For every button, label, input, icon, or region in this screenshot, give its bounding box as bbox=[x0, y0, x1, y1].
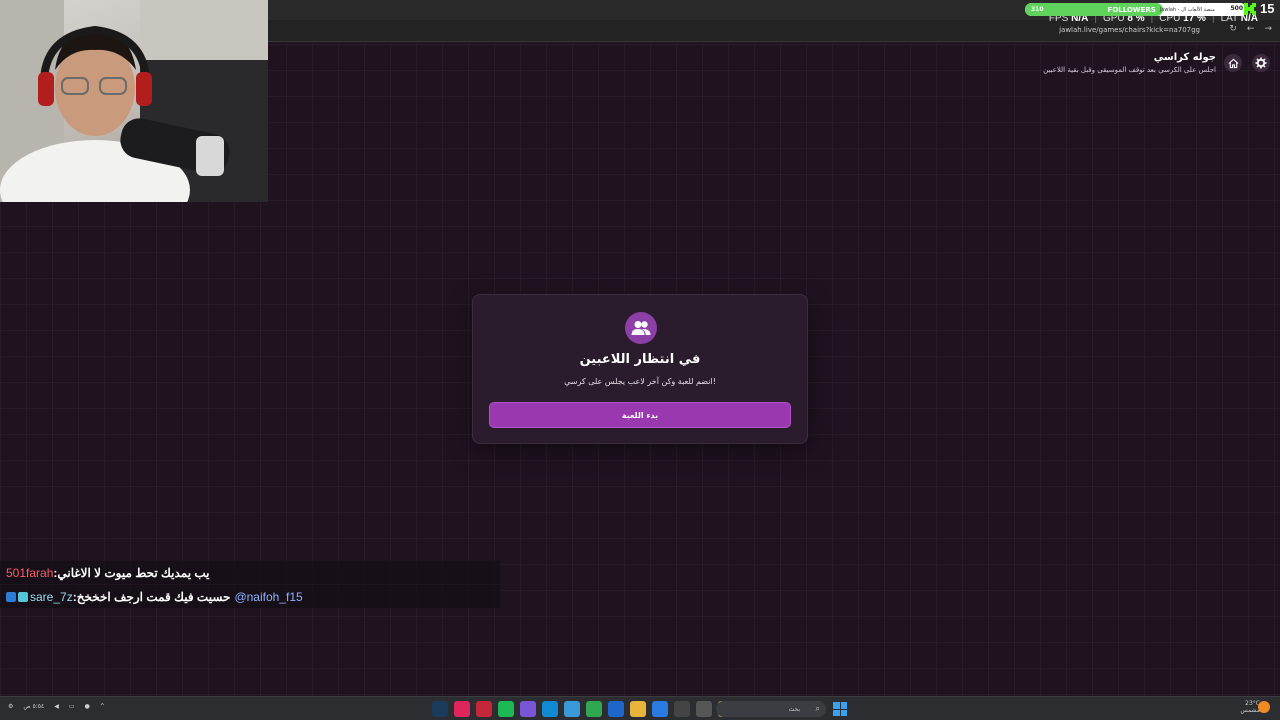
steam-icon[interactable] bbox=[432, 701, 448, 717]
gear-icon bbox=[1255, 57, 1267, 69]
forward-icon[interactable]: → bbox=[1264, 24, 1272, 34]
streamer-image bbox=[0, 0, 268, 202]
followers-text: Jawlah - منصة الألعاب ال bbox=[1159, 6, 1215, 13]
chat-overlay: 501farah : يب يمديك تحط ميوت لا الاغاني … bbox=[0, 561, 500, 609]
windows-taskbar: ⚙ ٥:٥٤ ص ◀ ▭ ● ^ بحث ⌕ 23°C مشمس bbox=[0, 696, 1280, 720]
card-subtitle: انضم للعبة وكن آخر لاعب يجلس على كرسي! bbox=[564, 377, 716, 386]
users-icon bbox=[631, 321, 651, 335]
volume-icon[interactable]: ◀ bbox=[54, 703, 59, 710]
tray-icon[interactable]: ⚙ bbox=[8, 703, 13, 710]
chat-message: sare_7z : حسيت فيك قمت ارجف اخخخخ @naifo… bbox=[0, 585, 500, 608]
browser-nav: ↻ ← → bbox=[1229, 24, 1272, 34]
system-tray: ⚙ ٥:٥٤ ص ◀ ▭ ● ^ bbox=[8, 703, 105, 710]
start-button[interactable] bbox=[833, 702, 847, 716]
game-title: جوله كراسي bbox=[1153, 52, 1216, 63]
chat-username: 501farah bbox=[6, 565, 54, 580]
app-icon[interactable] bbox=[652, 701, 668, 717]
app-icon[interactable] bbox=[696, 701, 712, 717]
followers-goal: 500 bbox=[1230, 5, 1243, 12]
badge-icon bbox=[18, 591, 28, 602]
webcam-feed bbox=[0, 0, 268, 202]
taskbar-search[interactable]: بحث ⌕ bbox=[716, 701, 826, 717]
players-icon-wrap bbox=[625, 312, 657, 344]
kick-count: 15 bbox=[1260, 1, 1275, 16]
start-game-button[interactable]: بدء اللعبة bbox=[489, 402, 791, 428]
settings-button[interactable] bbox=[1252, 54, 1270, 72]
app-icon[interactable] bbox=[476, 701, 492, 717]
url-text[interactable]: jawlah.live/games/chairs?kick=na707gg bbox=[1059, 26, 1200, 34]
home-icon bbox=[1228, 58, 1238, 68]
chat-text: حسيت فيك قمت ارجف اخخخخ bbox=[76, 589, 231, 604]
store-icon[interactable] bbox=[608, 701, 624, 717]
chevron-up-icon[interactable]: ^ bbox=[100, 703, 105, 710]
followers-current: 310 bbox=[1031, 6, 1044, 13]
taskbar-apps bbox=[432, 701, 742, 717]
xbox-icon[interactable] bbox=[586, 701, 602, 717]
game-header: جوله كراسي اجلس على الكرسي بعد توقف المو… bbox=[1043, 52, 1216, 74]
sun-icon bbox=[1258, 701, 1270, 713]
back-icon[interactable]: ← bbox=[1247, 24, 1255, 34]
reload-icon[interactable]: ↻ bbox=[1229, 24, 1237, 34]
chat-mention: @naifoh_f15 bbox=[234, 589, 303, 604]
followers-goal-bar: 310 FOLLOWERS Jawlah - منصة الألعاب ال 5… bbox=[1025, 3, 1247, 16]
kick-logo-icon bbox=[1244, 3, 1256, 15]
chrome-icon[interactable] bbox=[564, 701, 580, 717]
chat-username: sare_7z bbox=[30, 589, 73, 604]
home-button[interactable] bbox=[1224, 54, 1242, 72]
chat-message: 501farah : يب يمديك تحط ميوت لا الاغاني bbox=[0, 561, 500, 584]
app-icon[interactable] bbox=[454, 701, 470, 717]
tray-date: ٥:٥٤ ص bbox=[23, 703, 45, 710]
app-icon[interactable] bbox=[520, 701, 536, 717]
game-subtitle: اجلس على الكرسي بعد توقف الموسيقى وقبل ب… bbox=[1043, 66, 1216, 74]
mic-icon[interactable]: ● bbox=[85, 703, 90, 710]
network-icon[interactable]: ▭ bbox=[69, 703, 75, 710]
edge-icon[interactable] bbox=[542, 701, 558, 717]
followers-label: FOLLOWERS bbox=[1107, 5, 1156, 14]
folder-icon[interactable] bbox=[630, 701, 646, 717]
app-icon[interactable] bbox=[674, 701, 690, 717]
chat-text: يب يمديك تحط ميوت لا الاغاني bbox=[57, 565, 210, 580]
spotify-icon[interactable] bbox=[498, 701, 514, 717]
card-title: في انتظار اللاعبين bbox=[579, 352, 701, 367]
waiting-players-card: في انتظار اللاعبين انضم للعبة وكن آخر لا… bbox=[472, 294, 808, 444]
badge-icon bbox=[6, 591, 16, 602]
search-icon: ⌕ bbox=[815, 704, 820, 713]
